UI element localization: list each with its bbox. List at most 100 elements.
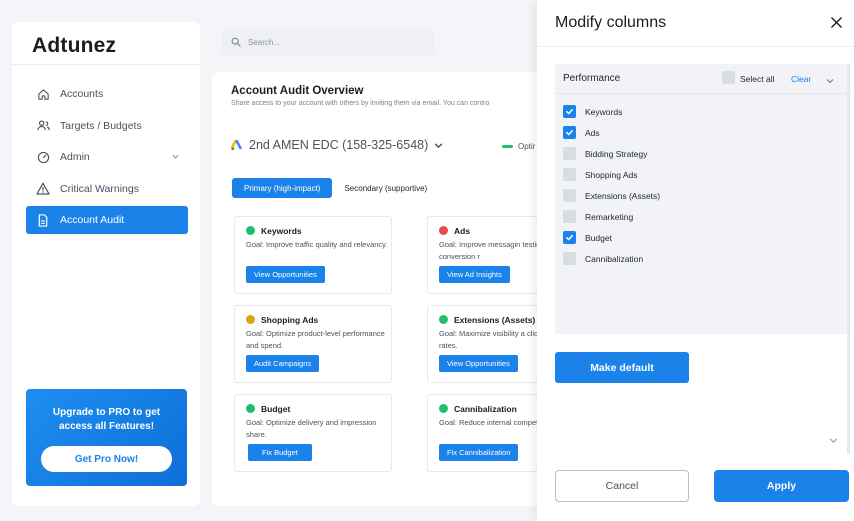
chevron-down-icon[interactable] <box>171 152 180 164</box>
checkbox-checked[interactable] <box>563 126 576 139</box>
audit-campaigns-button[interactable]: Audit Campaigns <box>246 355 320 372</box>
fix-budget-button[interactable]: Fix Budget <box>248 444 312 461</box>
column-option-label: Ads <box>585 127 600 138</box>
card-title: Extensions (Assets) <box>454 314 536 325</box>
document-icon <box>36 213 50 227</box>
impact-tabs: Primary (high-impact) Secondary (support… <box>232 178 439 198</box>
upgrade-promo: Upgrade to PRO to get access all Feature… <box>26 389 187 486</box>
sidebar-item-accounts[interactable]: Accounts <box>26 80 188 108</box>
check-icon <box>566 234 573 241</box>
apply-button[interactable]: Apply <box>714 470 849 502</box>
sidebar-item-label: Admin <box>60 151 90 163</box>
status-dot <box>439 404 448 413</box>
column-option-label: Bidding Strategy <box>585 148 648 159</box>
sidebar-item-targets[interactable]: Targets / Budgets <box>26 112 188 140</box>
page-subtitle: Share access to your account with others… <box>231 100 490 107</box>
column-option-extensions[interactable]: Extensions (Assets) <box>563 185 660 206</box>
status-dot <box>246 315 255 324</box>
panel-title: Modify columns <box>555 14 667 31</box>
card-goal: Goal: Reduce internal competition. <box>439 418 552 427</box>
chevron-down-icon[interactable] <box>828 433 839 451</box>
divider <box>12 64 200 65</box>
select-all-checkbox[interactable] <box>722 71 735 84</box>
audit-card-budget: Budget Goal: Optimize delivery and impre… <box>234 394 392 472</box>
column-option-label: Extensions (Assets) <box>585 190 661 201</box>
status-indicator: Optir <box>502 142 535 151</box>
check-icon <box>566 129 573 136</box>
cancel-button[interactable]: Cancel <box>555 470 689 502</box>
column-option-label: Budget <box>585 232 612 243</box>
audit-card-keywords: Keywords Goal: Improve traffic quality a… <box>234 216 392 294</box>
column-list: Performance Select all Clear Keywords Ad… <box>555 64 851 334</box>
google-ads-icon <box>231 139 243 151</box>
card-title: Shopping Ads <box>261 314 319 325</box>
checkbox-unchecked[interactable] <box>563 252 576 265</box>
checkbox-unchecked[interactable] <box>563 168 576 181</box>
sidebar-item-admin[interactable]: Admin <box>26 143 188 171</box>
search-input[interactable]: Search... <box>221 29 435 55</box>
card-title: Ads <box>454 225 471 236</box>
status-bar <box>502 145 513 148</box>
checkbox-unchecked[interactable] <box>563 210 576 223</box>
app-logo: Adtunez <box>32 34 117 57</box>
column-group-header[interactable]: Performance Select all Clear <box>555 64 851 94</box>
divider <box>537 46 854 47</box>
audit-card-cannibalization: Cannibalization Goal: Reduce internal co… <box>427 394 552 472</box>
view-opportunities-button[interactable]: View Opportunities <box>246 266 325 283</box>
view-ad-insights-button[interactable]: View Ad Insights <box>439 266 510 283</box>
column-option-bidding-strategy[interactable]: Bidding Strategy <box>563 143 660 164</box>
column-option-label: Remarketing <box>585 211 634 222</box>
column-option-ads[interactable]: Ads <box>563 122 660 143</box>
scrollbar[interactable] <box>847 64 850 454</box>
column-options: Keywords Ads Bidding Strategy Shopping A… <box>563 101 660 269</box>
search-icon <box>231 37 241 47</box>
checkbox-checked[interactable] <box>563 105 576 118</box>
column-option-label: Cannibalization <box>585 253 644 264</box>
status-dot <box>246 226 255 235</box>
column-option-keywords[interactable]: Keywords <box>563 101 660 122</box>
sidebar-item-label: Targets / Budgets <box>60 119 142 132</box>
tab-primary[interactable]: Primary (high-impact) <box>232 178 333 198</box>
column-option-shopping-ads[interactable]: Shopping Ads <box>563 164 660 185</box>
page-title: Account Audit Overview <box>231 85 364 97</box>
status-dot <box>439 226 448 235</box>
card-title: Keywords <box>261 225 302 236</box>
fix-cannibalization-button[interactable]: Fix Cannibalization <box>439 444 519 461</box>
tab-secondary[interactable]: Secondary (supportive) <box>332 178 439 198</box>
account-selector[interactable]: 2nd AMEN EDC (158-325-6548) <box>231 138 444 152</box>
sidebar-item-label: Critical Warnings <box>60 182 139 195</box>
card-title: Cannibalization <box>454 403 517 414</box>
sidebar-item-critical-warnings[interactable]: Critical Warnings <box>26 175 188 203</box>
search-placeholder: Search... <box>248 37 281 47</box>
audit-card-ads: Ads Goal: Improve messagin testing, and … <box>427 216 552 294</box>
make-default-button[interactable]: Make default <box>555 352 689 383</box>
sidebar-item-account-audit[interactable]: Account Audit <box>26 206 188 234</box>
column-group-title: Performance <box>563 73 621 84</box>
get-pro-button[interactable]: Get Pro Now! <box>41 446 172 472</box>
status-dot <box>439 315 448 324</box>
clear-link[interactable]: Clear <box>791 74 811 84</box>
card-goal: Goal: Optimize product-level performance… <box>246 329 385 350</box>
users-icon <box>36 119 50 133</box>
sidebar-item-label: Accounts <box>60 88 104 100</box>
warning-icon <box>36 182 50 196</box>
checkbox-unchecked[interactable] <box>563 147 576 160</box>
chevron-down-icon <box>433 140 444 151</box>
close-icon[interactable] <box>830 16 843 34</box>
sidebar-nav: Accounts Targets / Budgets Admin Critica… <box>26 80 188 238</box>
chevron-down-icon[interactable] <box>825 73 835 91</box>
modify-columns-panel: Modify columns Performance Select all Cl… <box>537 0 854 521</box>
column-option-remarketing[interactable]: Remarketing <box>563 206 660 227</box>
promo-text: Upgrade to PRO to get access all Feature… <box>52 407 161 432</box>
column-option-label: Keywords <box>585 106 623 117</box>
main-content: Account Audit Overview Share access to y… <box>212 72 552 506</box>
checkbox-unchecked[interactable] <box>563 189 576 202</box>
card-goal: Goal: Improve messagin testing, and conv… <box>439 240 552 261</box>
column-option-cannibalization[interactable]: Cannibalization <box>563 248 660 269</box>
column-option-budget[interactable]: Budget <box>563 227 660 248</box>
checkbox-checked[interactable] <box>563 231 576 244</box>
card-goal: Goal: Improve traffic quality and releva… <box>246 240 388 249</box>
view-opportunities-button[interactable]: View Opportunities <box>439 355 518 372</box>
select-all-label[interactable]: Select all <box>740 74 775 84</box>
account-name: 2nd AMEN EDC (158-325-6548) <box>249 138 429 152</box>
